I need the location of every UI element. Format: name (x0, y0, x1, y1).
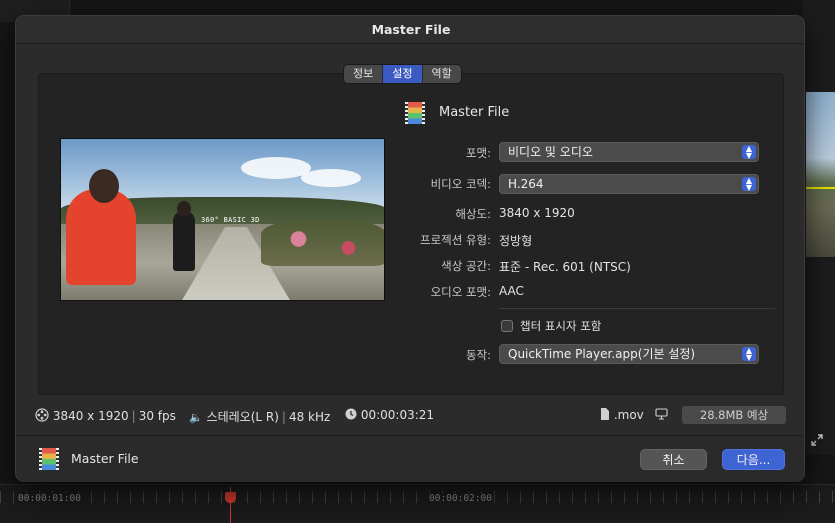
colorspace-value: 표준 - Rec. 601 (NTSC) (499, 260, 631, 274)
action-row: 동작: (291, 347, 491, 363)
chevron-updown-icon: ▲ ▼ (742, 145, 756, 160)
dialog-title: Master File (371, 22, 451, 37)
display-icon (655, 408, 668, 423)
resolution-value: 3840 x 1920 (499, 206, 575, 220)
audio-info: 🔈 스테레오(L R) | 48 kHz (189, 410, 331, 424)
settings-divider (499, 308, 775, 309)
status-audio: 스테레오(L R) (206, 410, 279, 424)
format-row: 포맷: (291, 145, 491, 161)
colorspace-label: 색상 공간: (441, 259, 491, 273)
action-label: 동작: (465, 348, 491, 362)
format-select[interactable]: 비디오 및 오디오 ▲ ▼ (499, 142, 759, 162)
status-sample-rate: 48 kHz (288, 410, 331, 424)
playhead[interactable] (230, 487, 231, 523)
document-icon (601, 408, 609, 420)
footer-file-name: Master File (71, 451, 139, 466)
projection-label: 프로젝션 유형: (419, 233, 491, 247)
app-window: 00:00:01:00 00:00:02:00 Master File 정보 설… (0, 0, 835, 523)
video-info: 3840 x 1920 | 30 fps (35, 408, 176, 423)
codec-select[interactable]: H.264 ▲ ▼ (499, 174, 759, 194)
extension-info: .mov (600, 408, 644, 422)
speaker-icon: 🔈 (189, 411, 203, 424)
timeline-ticks (0, 491, 835, 503)
timeline-ruler[interactable]: 00:00:01:00 00:00:02:00 (0, 484, 835, 523)
codec-label: 비디오 코덱: (430, 177, 491, 191)
estimated-size-badge: 28.8MB 예상 (682, 406, 786, 424)
format-label: 포맷: (465, 146, 491, 160)
tab-settings[interactable]: 설정 (383, 65, 423, 83)
resolution-label: 해상도: (455, 207, 491, 221)
timeline-label: 00:00:02:00 (427, 493, 494, 504)
tab-roles[interactable]: 역할 (423, 65, 461, 83)
action-value: QuickTime Player.app(기본 설정) (508, 347, 696, 361)
timeline-label: 00:00:01:00 (16, 493, 83, 504)
status-fps: 30 fps (138, 409, 176, 423)
status-extension: .mov (613, 408, 644, 422)
clock-icon (345, 408, 357, 420)
file-name: Master File (439, 105, 510, 120)
format-value: 비디오 및 오디오 (508, 145, 593, 159)
codec-row: 비디오 코덱: (291, 176, 491, 192)
codec-value: H.264 (508, 177, 544, 191)
film-file-icon (405, 102, 425, 124)
status-resolution: 3840 x 1920 (52, 409, 129, 423)
preview-person (66, 189, 136, 285)
chevron-updown-icon: ▲ ▼ (742, 177, 756, 192)
audioformat-value: AAC (499, 284, 524, 298)
monitor-icon (655, 408, 668, 420)
cancel-button[interactable]: 취소 (640, 449, 707, 470)
action-select[interactable]: QuickTime Player.app(기본 설정) ▲ ▼ (499, 344, 759, 364)
preview-person (173, 211, 195, 271)
chevron-updown-icon: ▲ ▼ (742, 347, 756, 362)
colorspace-row: 색상 공간: (291, 258, 491, 274)
projection-row: 프로젝션 유형: (291, 232, 491, 248)
status-duration: 00:00:03:21 (360, 408, 435, 422)
background-marker-line (806, 187, 835, 189)
share-dialog: Master File 정보 설정 역할 360° BASIC 3D Maste… (15, 15, 805, 482)
chapter-markers-label[interactable]: 챕터 표시자 포함 (520, 318, 601, 334)
background-viewer-thumbnail (806, 92, 835, 257)
expand-icon[interactable] (810, 433, 824, 447)
tab-info[interactable]: 정보 (344, 65, 384, 83)
preview-caption: 360° BASIC 3D (201, 216, 260, 224)
duration-info: 00:00:03:21 (345, 408, 434, 422)
film-reel-icon (35, 408, 49, 422)
film-file-icon (39, 448, 59, 470)
chapter-markers-checkbox[interactable] (501, 320, 513, 332)
resolution-row: 해상도: (291, 206, 491, 222)
next-button[interactable]: 다음... (722, 449, 785, 470)
preview-person-head (177, 201, 191, 217)
audioformat-row: 오디오 포맷: (291, 284, 491, 300)
preview-person-head (89, 169, 119, 203)
audioformat-label: 오디오 포맷: (430, 285, 491, 299)
tab-bar: 정보 설정 역할 (343, 64, 462, 84)
projection-value: 정방형 (499, 234, 533, 248)
